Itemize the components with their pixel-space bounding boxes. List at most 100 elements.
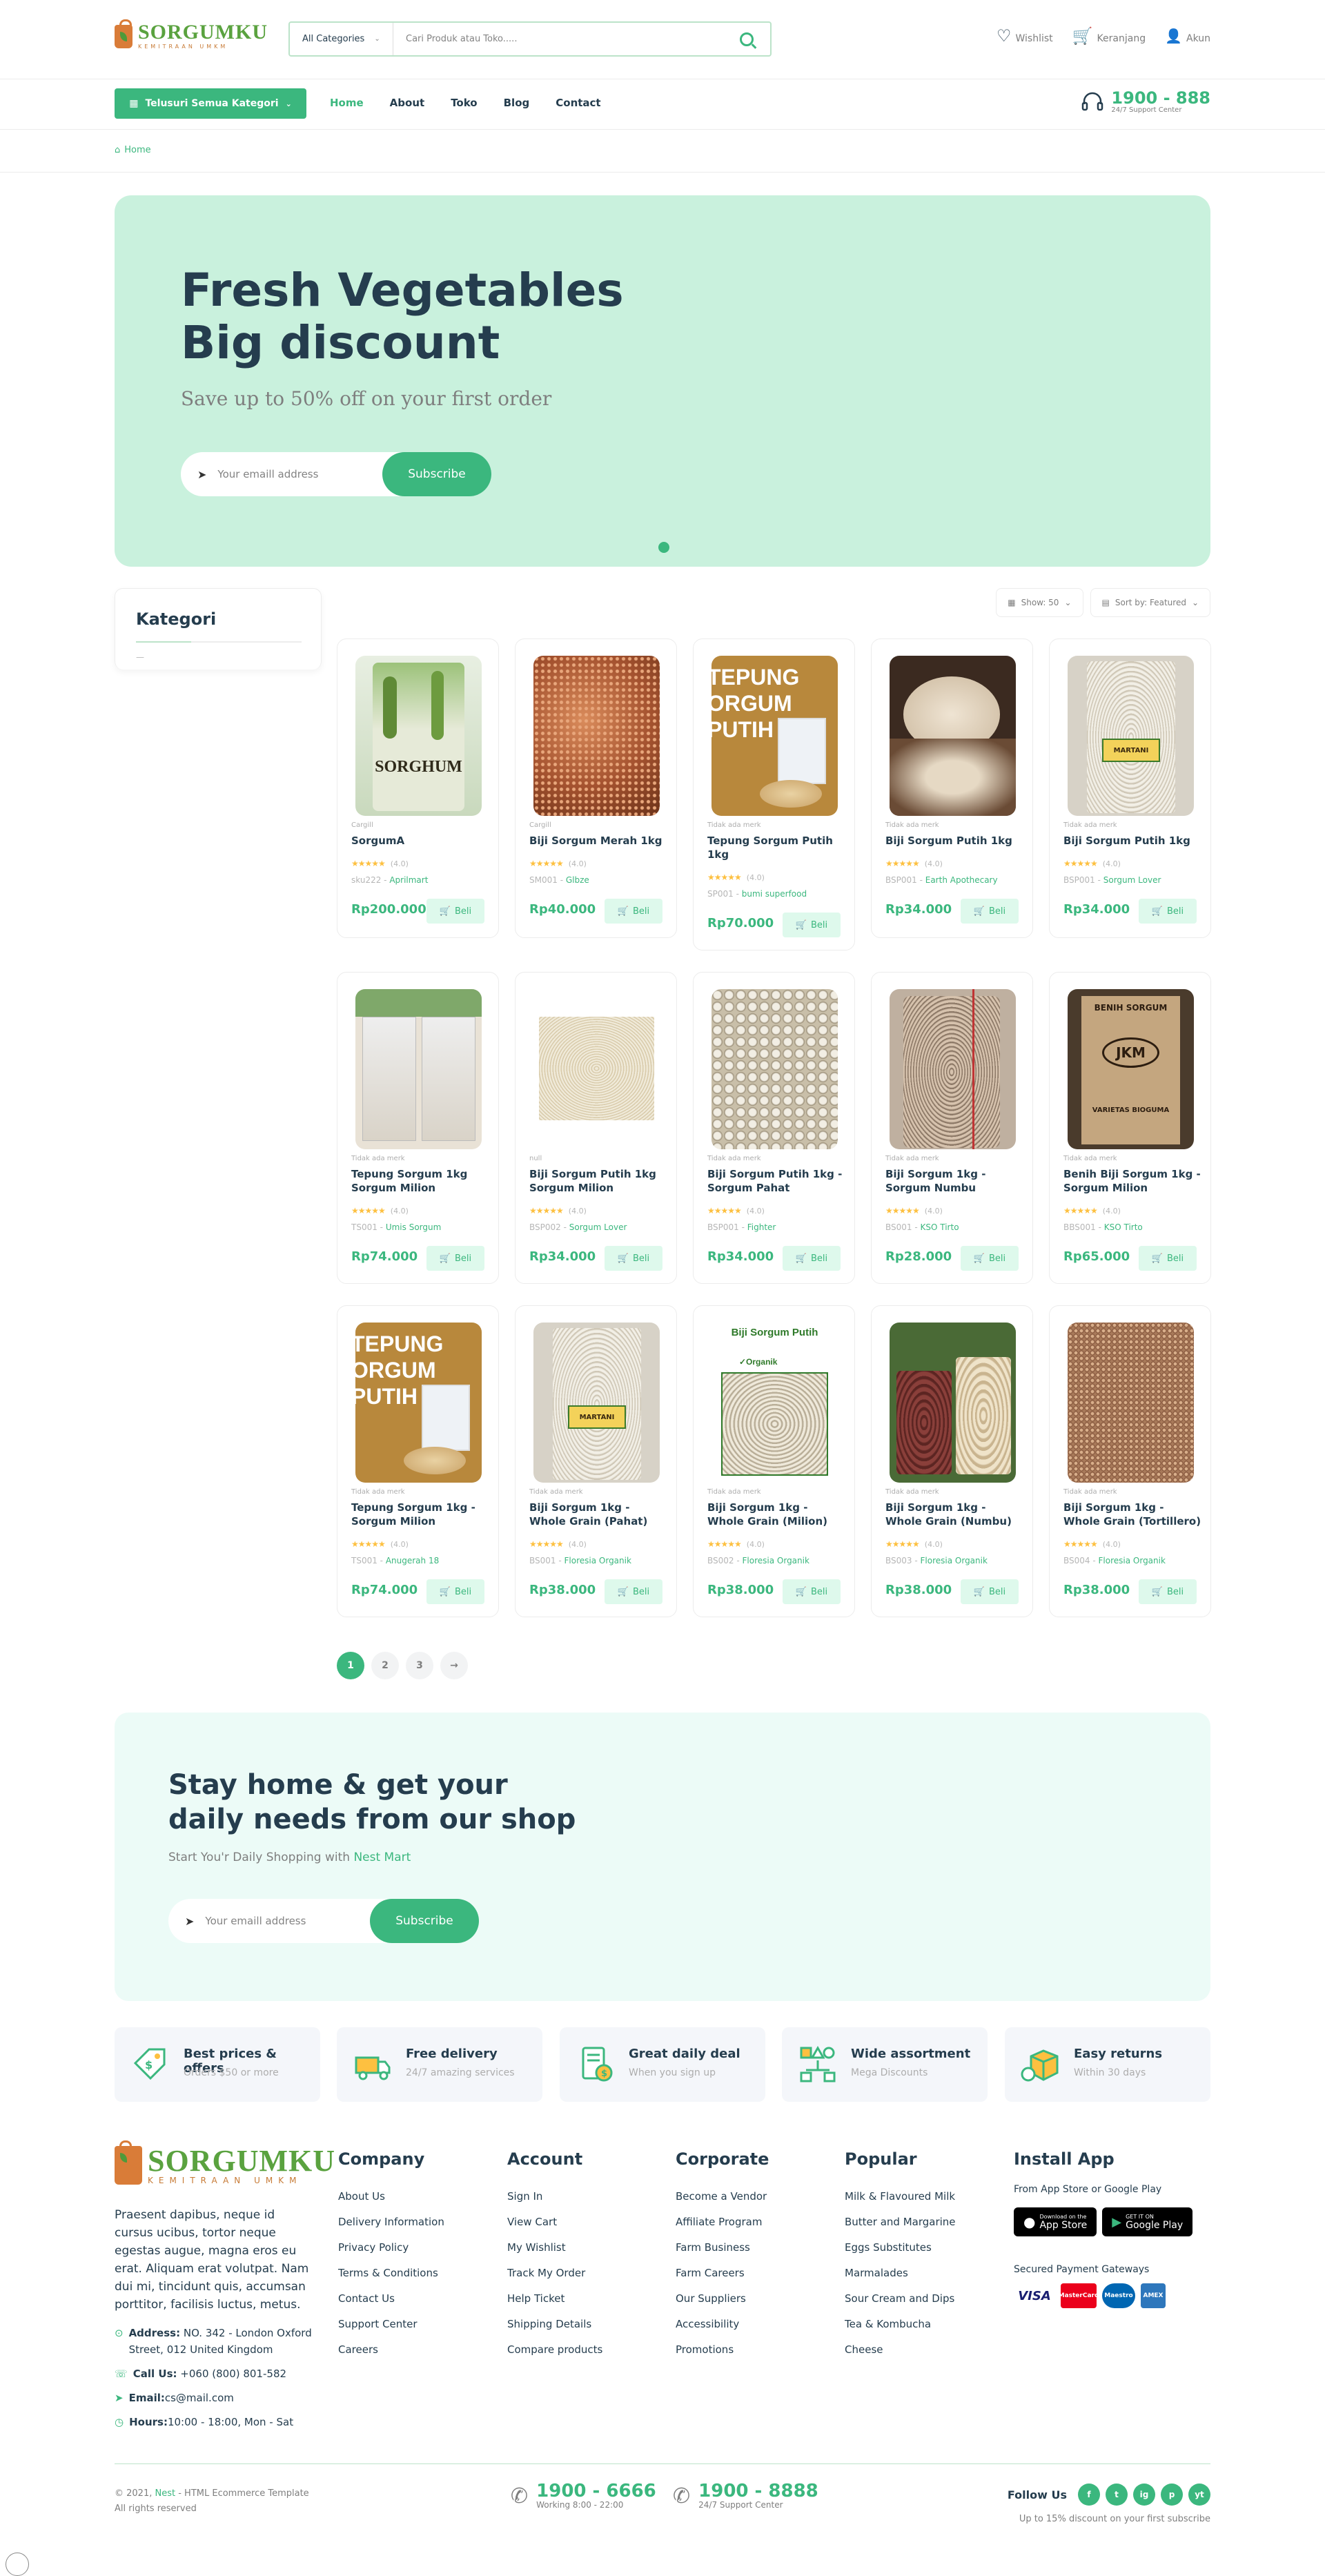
footer-link[interactable]: Delivery Information [338,2209,444,2235]
product-name[interactable]: Biji Sorgum 1kg - Whole Grain (Milion) [707,1501,845,1528]
product-card[interactable]: null Biji Sorgum Putih 1kg Sorgum Milion… [515,972,677,1284]
browse-categories-button[interactable]: ▦ Telusuri Semua Kategori ⌄ [115,88,306,119]
footer-link[interactable]: Tea & Kombucha [845,2312,956,2337]
page-3[interactable]: 3 [406,1652,433,1679]
product-card[interactable]: Tidak ada merk Biji Sorgum Putih 1kg ★★★… [871,638,1033,938]
menu-home[interactable]: Home [330,97,364,109]
footer-link[interactable]: Promotions [676,2337,769,2363]
footer-link[interactable]: Our Suppliers [676,2286,769,2312]
add-to-cart-button[interactable]: 🛒 Beli [1139,1579,1197,1604]
product-image[interactable]: MARTANI [533,1323,660,1483]
product-image[interactable]: TEPUNG ORGUM PUTIH [711,656,838,816]
footer-link[interactable]: Help Ticket [507,2286,602,2312]
footer-link[interactable]: Sour Cream and Dips [845,2286,956,2312]
add-to-cart-button[interactable]: 🛒 Beli [961,899,1019,924]
product-name[interactable]: Biji Sorgum Putih 1kg [885,834,1023,848]
footer-link[interactable]: Marmalades [845,2261,956,2286]
page-1[interactable]: 1 [337,1652,364,1679]
product-card[interactable]: TEPUNG ORGUM PUTIH Tidak ada merk Tepung S… [693,638,855,950]
product-image[interactable]: TEPUNG ORGUM PUTIH [355,1323,482,1483]
footer-link[interactable]: Affiliate Program [676,2209,769,2235]
footer-link[interactable]: Shipping Details [507,2312,602,2337]
vendor-link[interactable]: Glbze [566,875,589,885]
page-2[interactable]: 2 [371,1652,399,1679]
cart-link[interactable]: 🛒 Keranjang [1072,28,1146,44]
footer-link[interactable]: Butter and Margarine [845,2209,956,2235]
product-image[interactable] [890,656,1016,816]
call-value[interactable]: +060 (800) 801-582 [180,2368,286,2380]
search-input[interactable]: Cari Produk atau Toko..... [393,34,740,44]
footer-link[interactable]: Support Center [338,2312,444,2337]
vendor-link[interactable]: Floresia Organik [1099,1556,1166,1565]
product-name[interactable]: Tepung Sorgum 1kg - Sorgum Milion [351,1501,489,1528]
product-card[interactable]: MARTANI Tidak ada merk Biji Sorgum 1kg -… [515,1305,677,1617]
add-to-cart-button[interactable]: 🛒 Beli [426,1246,484,1271]
twitter-icon[interactable]: t [1106,2484,1128,2506]
footer-link[interactable]: Farm Careers [676,2261,769,2286]
footer-link[interactable]: About Us [338,2184,444,2209]
menu-blog[interactable]: Blog [504,97,530,109]
account-link[interactable]: 👤 Akun [1165,28,1210,44]
product-name[interactable]: Benih Biji Sorgum 1kg - Sorgum Milion [1063,1167,1201,1195]
hero-subscribe-button[interactable]: Subscribe [382,452,491,496]
product-name[interactable]: Tepung Sorgum Putih 1kg [707,834,845,861]
footer-link[interactable]: Become a Vendor [676,2184,769,2209]
footer-link[interactable]: View Cart [507,2209,602,2235]
product-name[interactable]: Biji Sorgum Putih 1kg - Sorgum Pahat [707,1167,845,1195]
add-to-cart-button[interactable]: 🛒 Beli [605,1579,662,1604]
product-image[interactable] [533,656,660,816]
vendor-link[interactable]: KSO Tirto [921,1222,959,1232]
product-image[interactable] [355,989,482,1149]
footer-link[interactable]: Careers [338,2337,444,2363]
show-count-select[interactable]: ▦ Show: 50 ⌄ [996,588,1083,617]
hero-email-input[interactable]: Your emaill address [217,468,382,480]
product-name[interactable]: Biji Sorgum Putih 1kg [1063,834,1201,848]
vendor-link[interactable]: KSO Tirto [1104,1222,1143,1232]
footer-link[interactable]: Privacy Policy [338,2235,444,2261]
footer-link[interactable]: Milk & Flavoured Milk [845,2184,956,2209]
vendor-link[interactable]: Floresia Organik [743,1556,809,1565]
footer-link[interactable]: Sign In [507,2184,602,2209]
product-card[interactable]: Tidak ada merk Biji Sorgum Putih 1kg - S… [693,972,855,1284]
vendor-link[interactable]: bumi superfood [742,889,807,899]
pinterest-icon[interactable]: p [1161,2484,1183,2506]
vendor-link[interactable]: Anugerah 18 [386,1556,439,1565]
footer-link[interactable]: Terms & Conditions [338,2261,444,2286]
add-to-cart-button[interactable]: 🛒 Beli [426,1579,484,1604]
hotline-number[interactable]: 1900 - 888 [1111,90,1210,106]
add-to-cart-button[interactable]: 🛒 Beli [1139,1246,1197,1271]
product-image[interactable]: BENIH SORGUM JKM VARIETAS BIOGUMA [1068,989,1194,1149]
page-next[interactable]: → [440,1652,468,1679]
product-image[interactable] [711,989,838,1149]
newsletter-brand[interactable]: Nest Mart [353,1851,411,1864]
breadcrumb-home[interactable]: Home [124,145,150,155]
newsletter-email-input[interactable]: Your emaill address [205,1915,370,1927]
youtube-icon[interactable]: yt [1188,2484,1210,2506]
sort-select[interactable]: ▤ Sort by: Featured ⌄ [1090,588,1210,617]
newsletter-subscribe-button[interactable]: Subscribe [370,1899,479,1943]
product-name[interactable]: Biji Sorgum Putih 1kg Sorgum Milion [529,1167,667,1195]
slider-dot[interactable] [658,542,669,553]
menu-about[interactable]: About [390,97,425,109]
product-card[interactable]: BENIH SORGUM JKM VARIETAS BIOGUMA Tidak ad… [1049,972,1211,1284]
site-logo[interactable]: SORGUMKU KEMITRAAN UMKM [115,19,268,51]
add-to-cart-button[interactable]: 🛒 Beli [783,1579,841,1604]
product-name[interactable]: Biji Sorgum 1kg - Whole Grain (Numbu) [885,1501,1023,1528]
product-name[interactable]: Tepung Sorgum 1kg Sorgum Milion [351,1167,489,1195]
wishlist-link[interactable]: ♡ Wishlist [997,28,1053,44]
google-play-button[interactable]: ▶ GET IT ON Google Play [1102,2207,1193,2236]
product-card[interactable]: Tidak ada merk Biji Sorgum 1kg - Whole G… [1049,1305,1211,1617]
footer-logo[interactable]: SORGUMKU KEMITRAAN UMKM [115,2140,335,2185]
vendor-link[interactable]: Sorgum Lover [569,1222,627,1232]
email-value[interactable]: cs@mail.com [165,2392,234,2404]
product-image[interactable] [890,989,1016,1149]
product-card[interactable]: Cargill Biji Sorgum Merah 1kg ★★★★★ (4.0)… [515,638,677,938]
footer-link[interactable]: Farm Business [676,2235,769,2261]
hotline-2-number[interactable]: 1900 - 8888 [698,2482,818,2500]
footer-link[interactable]: Accessibility [676,2312,769,2337]
footer-link[interactable]: Cheese [845,2337,956,2363]
product-name[interactable]: Biji Sorgum 1kg - Sorgum Numbu [885,1167,1023,1195]
product-name[interactable]: Biji Sorgum 1kg - Whole Grain (Pahat) [529,1501,667,1528]
instagram-icon[interactable]: ig [1133,2484,1155,2506]
product-card[interactable]: Tidak ada merk Tepung Sorgum 1kg Sorgum … [337,972,499,1284]
